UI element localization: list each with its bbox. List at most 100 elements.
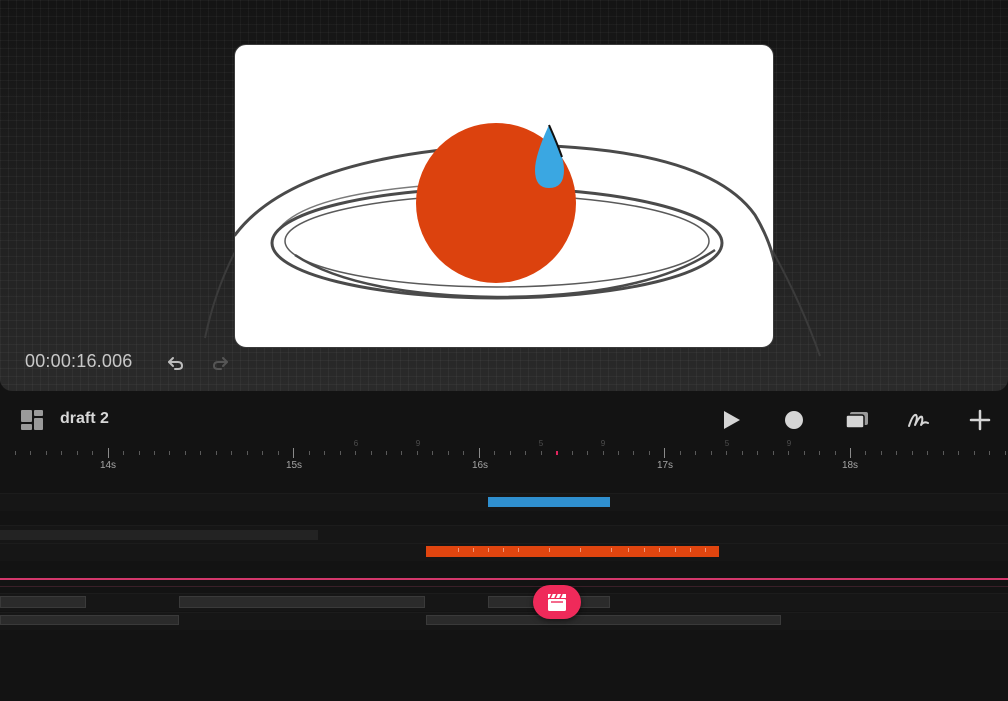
frame-number: 5: [724, 439, 730, 448]
frame-number: 6: [353, 439, 359, 448]
ruler-tick: [108, 448, 109, 458]
new-clip-button[interactable]: [533, 585, 581, 619]
ruler-tick: [788, 451, 789, 455]
drawing-artwork: [235, 123, 773, 300]
ruler-tick: [680, 451, 681, 455]
frame-number: 9: [786, 439, 792, 448]
clapperboard-icon: [548, 593, 566, 611]
ruler-label: 18s: [841, 460, 859, 471]
ruler-tick: [371, 451, 372, 455]
ruler-tick: [541, 451, 542, 455]
ruler-tick: [417, 451, 418, 455]
add-icon: [969, 409, 991, 431]
play-button[interactable]: [718, 407, 744, 433]
ruler-label: 17s: [656, 460, 674, 471]
add-button[interactable]: [967, 407, 993, 433]
sketch-clip[interactable]: [426, 615, 781, 625]
ruler-tick: [819, 451, 820, 455]
ruler-tick: [587, 451, 588, 455]
sketch-clip[interactable]: [0, 615, 179, 625]
drop-shape: [535, 125, 564, 188]
ruler-tick: [711, 451, 712, 455]
sketch-clip[interactable]: [0, 530, 318, 540]
drop-clip[interactable]: [488, 497, 610, 507]
track-row[interactable]: [0, 593, 1008, 611]
timeline-tracks: [0, 477, 1008, 701]
layout-button[interactable]: [20, 409, 44, 431]
sketch-clip[interactable]: [0, 596, 86, 608]
ruler-tick: [15, 451, 16, 455]
track-row[interactable]: [0, 612, 1008, 630]
ruler-tick: [896, 451, 897, 455]
undo-button[interactable]: [165, 352, 187, 374]
ruler-tick: [231, 451, 232, 455]
ruler-tick: [448, 451, 449, 455]
ruler-tick: [865, 451, 866, 455]
ruler-tick: [185, 451, 186, 455]
ruler-tick: [293, 448, 294, 458]
layers-button[interactable]: [844, 407, 870, 433]
ball-clip[interactable]: [426, 546, 719, 557]
ruler-tick: [61, 451, 62, 455]
ruler-tick: [958, 451, 959, 455]
time-ruler[interactable]: 14s 15s 16s 17s 18s 6 9 5 9 5 9: [0, 437, 1008, 477]
redo-icon: [212, 357, 228, 370]
ruler-label: 15s: [285, 460, 303, 471]
ruler-tick: [804, 451, 805, 455]
ruler-tick: [432, 451, 433, 455]
ruler-tick: [216, 451, 217, 455]
ruler-tick: [324, 451, 325, 455]
ruler-tick: [123, 451, 124, 455]
ruler-tick: [463, 451, 464, 455]
record-button[interactable]: [781, 407, 807, 433]
ruler-tick: [200, 451, 201, 455]
ruler-tick: [247, 451, 248, 455]
draw-icon: [908, 413, 929, 427]
ruler-tick: [572, 451, 573, 455]
ruler-tick: [695, 451, 696, 455]
canvas-stage[interactable]: 00:00:16.006: [0, 0, 1008, 391]
ruler-tick: [757, 451, 758, 455]
canvas-frame[interactable]: [234, 44, 774, 348]
ruler-tick: [742, 451, 743, 455]
layout-icon: [21, 410, 43, 430]
ruler-label: 16s: [471, 460, 489, 471]
ruler-tick: [401, 451, 402, 455]
ruler-tick: [139, 451, 140, 455]
ruler-tick: [46, 451, 47, 455]
play-icon: [724, 411, 740, 429]
selected-layer-line[interactable]: [0, 578, 1008, 580]
ruler-tick: [989, 451, 990, 455]
ruler-tick: [773, 451, 774, 455]
ruler-label: 14s: [99, 460, 117, 471]
ruler-tick: [309, 451, 310, 455]
ruler-tick: [77, 451, 78, 455]
frame-number: 9: [415, 439, 421, 448]
ruler-tick: [881, 451, 882, 455]
ruler-tick: [726, 451, 727, 455]
ruler-tick: [169, 451, 170, 455]
redo-button[interactable]: [209, 352, 231, 374]
ruler-tick: [154, 451, 155, 455]
record-icon: [785, 411, 803, 429]
ruler-tick: [649, 451, 650, 455]
ruler-tick: [664, 448, 665, 458]
track-row[interactable]: [0, 493, 1008, 511]
undo-icon: [168, 357, 184, 370]
sketch-clip[interactable]: [179, 596, 425, 608]
ruler-tick: [92, 451, 93, 455]
ruler-tick: [340, 451, 341, 455]
ruler-tick: [262, 451, 263, 455]
playhead-marker[interactable]: [556, 451, 558, 455]
track-row[interactable]: [0, 543, 1008, 561]
track-row[interactable]: [0, 525, 1008, 543]
ruler-tick: [525, 451, 526, 455]
ruler-tick: [927, 451, 928, 455]
ruler-tick: [1005, 451, 1006, 455]
ruler-tick: [974, 451, 975, 455]
draw-button[interactable]: [906, 407, 932, 433]
ruler-tick: [618, 451, 619, 455]
ruler-tick: [278, 451, 279, 455]
project-title[interactable]: draft 2: [60, 410, 109, 428]
ruler-tick: [633, 451, 634, 455]
